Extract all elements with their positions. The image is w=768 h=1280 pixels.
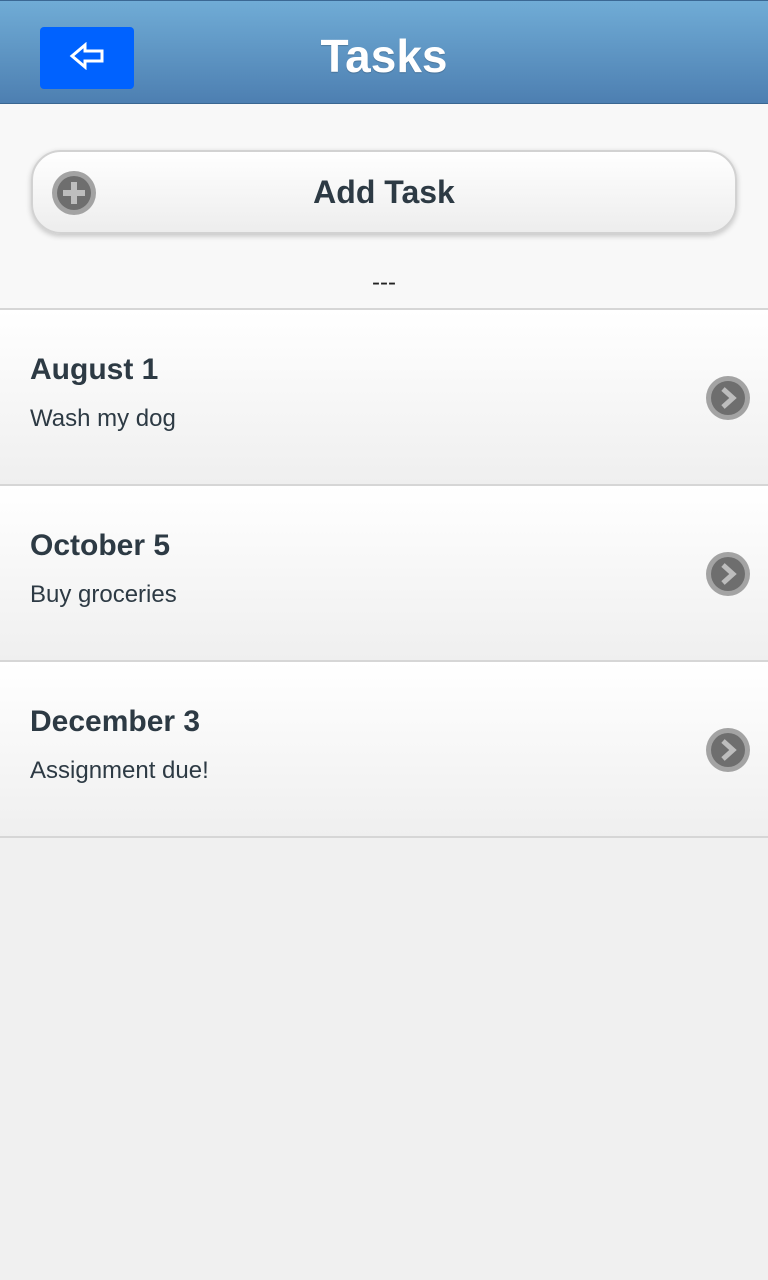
page-title: Tasks xyxy=(320,30,448,82)
add-task-label: Add Task xyxy=(313,173,455,210)
task-item[interactable]: August 1 Wash my dog xyxy=(0,308,768,484)
chevron-right-icon xyxy=(706,728,750,772)
task-list: August 1 Wash my dog October 5 Buy groce… xyxy=(0,308,768,838)
task-description: Buy groceries xyxy=(30,581,177,608)
header-bar: Tasks xyxy=(0,0,768,104)
task-description: Wash my dog xyxy=(30,405,176,432)
task-description: Assignment due! xyxy=(30,757,209,784)
task-item[interactable]: December 3 Assignment due! xyxy=(0,660,768,838)
chevron-right-icon xyxy=(706,552,750,596)
action-area: Add Task --- xyxy=(0,104,768,309)
add-task-button[interactable]: Add Task xyxy=(31,150,737,234)
task-item[interactable]: October 5 Buy groceries xyxy=(0,484,768,660)
chevron-right-icon xyxy=(706,376,750,420)
divider-text: --- xyxy=(372,269,396,296)
task-date: December 3 xyxy=(30,705,201,738)
task-date: August 1 xyxy=(30,353,159,386)
task-date: October 5 xyxy=(30,529,171,562)
